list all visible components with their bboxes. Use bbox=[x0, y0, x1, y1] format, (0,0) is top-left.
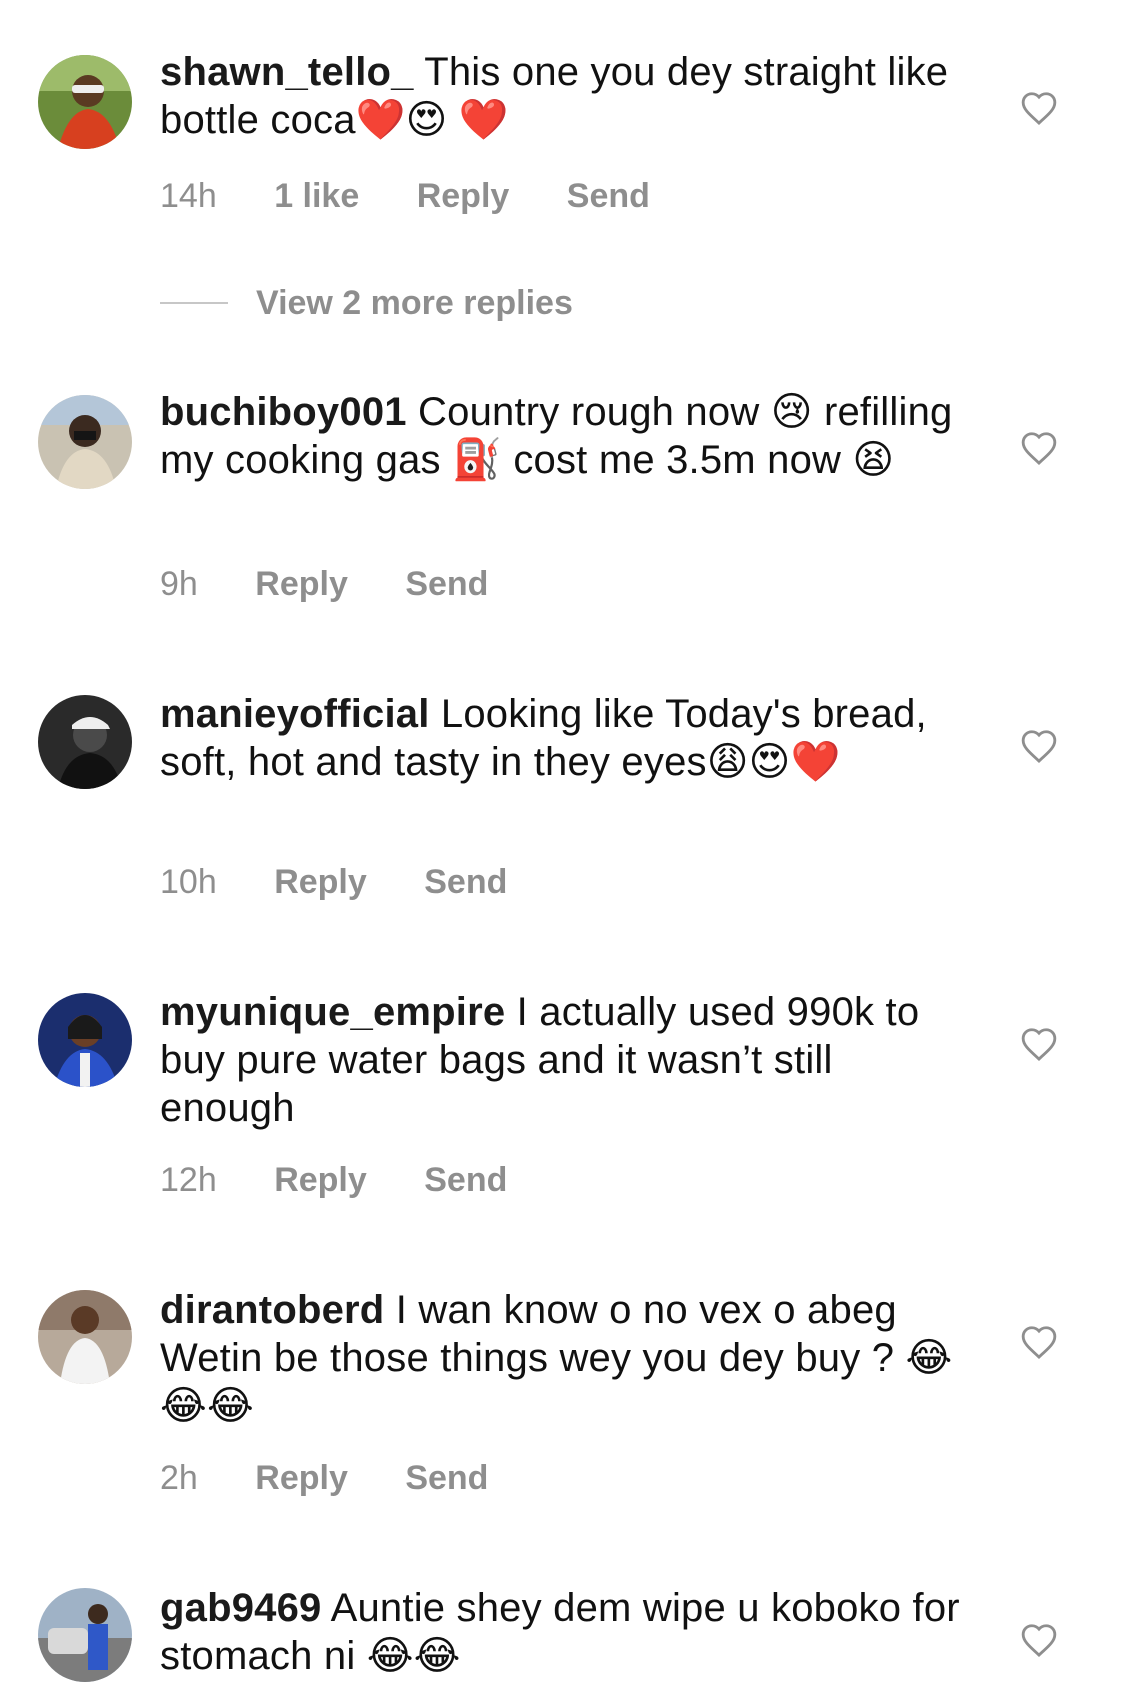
avatar[interactable] bbox=[38, 993, 132, 1087]
heart-outline-icon[interactable] bbox=[1020, 728, 1058, 764]
heart-outline-icon[interactable] bbox=[1020, 1622, 1058, 1658]
avatar[interactable] bbox=[38, 1290, 132, 1384]
comment-meta: 12h Reply Send bbox=[160, 1160, 555, 1200]
send-button[interactable]: Send bbox=[424, 862, 507, 902]
view-replies-label[interactable]: View 2 more replies bbox=[256, 284, 573, 323]
comment-meta: 2h Reply Send bbox=[160, 1458, 536, 1498]
send-button[interactable]: Send bbox=[405, 1458, 488, 1498]
heart-outline-icon[interactable] bbox=[1020, 90, 1058, 126]
comment-meta: 9h Reply Send bbox=[160, 564, 536, 604]
heart-outline-icon[interactable] bbox=[1020, 1324, 1058, 1360]
comment-text: shawn_tello_ This one you dey straight l… bbox=[160, 48, 970, 144]
send-button[interactable]: Send bbox=[405, 564, 488, 604]
avatar[interactable] bbox=[38, 695, 132, 789]
comment-username[interactable]: gab9469 bbox=[160, 1586, 322, 1630]
comment-meta: 14h 1 like Reply Send bbox=[160, 176, 698, 216]
reply-button[interactable]: Reply bbox=[417, 176, 510, 216]
comment-username[interactable]: manieyofficial bbox=[160, 692, 430, 736]
avatar[interactable] bbox=[38, 395, 132, 489]
comment-time: 14h bbox=[160, 177, 217, 215]
comment-text: gab9469 Auntie shey dem wipe u koboko fo… bbox=[160, 1584, 970, 1680]
view-more-replies[interactable]: View 2 more replies bbox=[160, 283, 573, 323]
reply-button[interactable]: Reply bbox=[274, 862, 367, 902]
comment-username[interactable]: buchiboy001 bbox=[160, 390, 407, 434]
comment-text: buchiboy001 Country rough now 😢 refillin… bbox=[160, 388, 970, 484]
reply-button[interactable]: Reply bbox=[255, 564, 348, 604]
comment-username[interactable]: myunique_empire bbox=[160, 990, 505, 1034]
avatar[interactable] bbox=[38, 55, 132, 149]
heart-outline-icon[interactable] bbox=[1020, 430, 1058, 466]
comment-text: myunique_empire I actually used 990k to … bbox=[160, 988, 970, 1132]
comment-text: dirantoberd I wan know o no vex o abeg W… bbox=[160, 1286, 970, 1430]
comment-time: 12h bbox=[160, 1161, 217, 1199]
replies-divider bbox=[160, 302, 228, 304]
send-button[interactable]: Send bbox=[567, 176, 650, 216]
comment-time: 2h bbox=[160, 1459, 198, 1497]
send-button[interactable]: Send bbox=[424, 1160, 507, 1200]
comment-time: 9h bbox=[160, 565, 198, 603]
comment-username[interactable]: shawn_tello_ bbox=[160, 50, 414, 94]
heart-outline-icon[interactable] bbox=[1020, 1026, 1058, 1062]
reply-button[interactable]: Reply bbox=[255, 1458, 348, 1498]
reply-button[interactable]: Reply bbox=[274, 1160, 367, 1200]
comment-meta: 10h Reply Send bbox=[160, 862, 555, 902]
avatar[interactable] bbox=[38, 1588, 132, 1682]
likes-count[interactable]: 1 like bbox=[274, 176, 359, 216]
comment-time: 10h bbox=[160, 863, 217, 901]
comment-username[interactable]: dirantoberd bbox=[160, 1288, 384, 1332]
comment-text: manieyofficial Looking like Today's brea… bbox=[160, 690, 970, 786]
